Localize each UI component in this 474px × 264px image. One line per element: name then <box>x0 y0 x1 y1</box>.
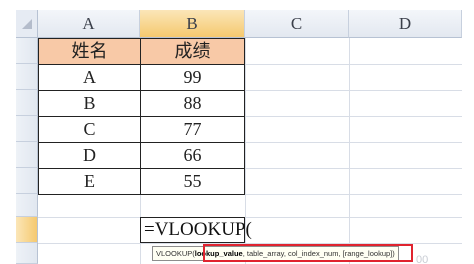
column-header-c[interactable]: C <box>245 10 349 38</box>
tooltip-function-name[interactable]: VLOOKUP( <box>156 249 195 258</box>
spreadsheet: A B C D 姓名 成绩 A 99 B 88 C 77 D 66 E 55 =… <box>16 10 462 264</box>
row-header-7[interactable] <box>16 194 38 217</box>
faint-watermark-text: 00 <box>416 254 429 264</box>
score-cell[interactable]: 99 <box>140 64 245 91</box>
column-header-d[interactable]: D <box>349 10 462 38</box>
row-header-9[interactable] <box>16 243 38 264</box>
row-header-4[interactable] <box>16 116 38 142</box>
select-all-corner[interactable] <box>16 10 38 38</box>
highlight-annotation-box <box>203 244 413 262</box>
name-cell[interactable]: E <box>38 168 141 195</box>
grid-line <box>38 217 462 218</box>
select-all-icon <box>22 19 32 29</box>
score-cell[interactable]: 88 <box>140 90 245 117</box>
row-header-3[interactable] <box>16 90 38 116</box>
score-cell[interactable]: 77 <box>140 116 245 143</box>
name-cell[interactable]: B <box>38 90 141 117</box>
header-cell-name[interactable]: 姓名 <box>38 38 141 65</box>
row-header-1[interactable] <box>16 38 38 64</box>
column-header-a[interactable]: A <box>38 10 140 38</box>
row-header-5[interactable] <box>16 142 38 168</box>
name-cell[interactable]: C <box>38 116 141 143</box>
name-cell[interactable]: A <box>38 64 141 91</box>
name-cell[interactable]: D <box>38 142 141 169</box>
score-cell[interactable]: 55 <box>140 168 245 195</box>
score-cell[interactable]: 66 <box>140 142 245 169</box>
formula-edit-cell[interactable]: =VLOOKUP( <box>140 217 252 243</box>
header-cell-score[interactable]: 成绩 <box>140 38 245 65</box>
row-header-2[interactable] <box>16 64 38 90</box>
column-header-b[interactable]: B <box>140 10 245 38</box>
grid-line <box>349 38 350 264</box>
row-header-6[interactable] <box>16 168 38 194</box>
row-header-8[interactable] <box>16 217 38 243</box>
